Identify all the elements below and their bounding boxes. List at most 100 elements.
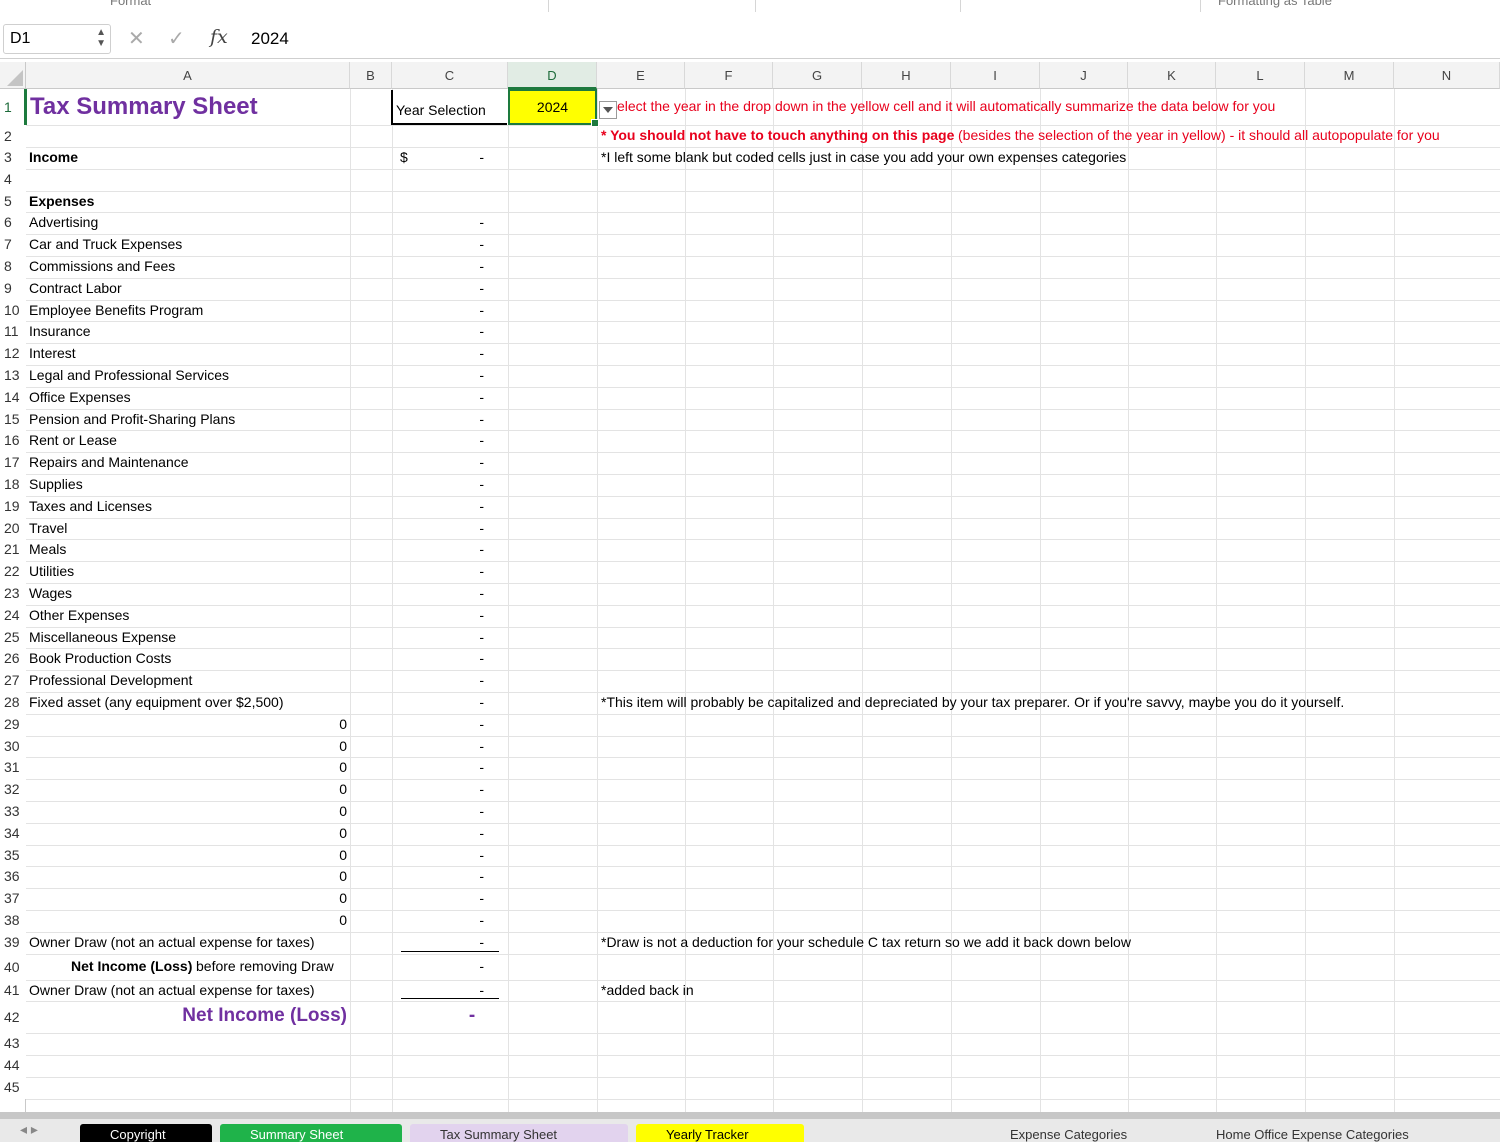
expense-value[interactable]: -	[392, 583, 484, 603]
expense-label[interactable]: Advertising	[29, 212, 98, 232]
select-all-corner[interactable]	[0, 62, 26, 89]
check-icon[interactable]: ✓	[168, 26, 185, 51]
column-header-c[interactable]: C	[392, 62, 508, 89]
row-header-3[interactable]: 3	[0, 147, 26, 169]
expense-value[interactable]: -	[392, 452, 484, 472]
row-header-28[interactable]: 28	[0, 692, 26, 714]
column-header-l[interactable]: L	[1216, 62, 1305, 89]
net-income-value[interactable]: -	[392, 1006, 552, 1026]
expense-value[interactable]: -	[392, 365, 484, 385]
expense-label[interactable]: Miscellaneous Expense	[29, 627, 176, 647]
owner-draw-value[interactable]: -	[392, 932, 484, 952]
blank-coded-cell[interactable]: 0	[26, 801, 347, 821]
expense-value[interactable]: -	[392, 343, 484, 363]
row-header-14[interactable]: 14	[0, 386, 26, 409]
name-box[interactable]: D1 ▲ ▼	[3, 24, 111, 54]
sheet-tab-tax-summary-sheet[interactable]: Tax Summary Sheet	[410, 1124, 628, 1142]
net-before-draw-label-rest[interactable]: before removing Draw	[196, 956, 334, 976]
column-header-a[interactable]: A	[26, 62, 350, 89]
note-no-touch-bold[interactable]: * You should not have to touch anything …	[601, 125, 954, 145]
blank-coded-cell[interactable]: 0	[26, 714, 347, 734]
row-header-38[interactable]: 38	[0, 910, 26, 932]
expense-value[interactable]: -	[392, 278, 484, 298]
expense-value[interactable]: -	[392, 300, 484, 320]
blank-coded-cell[interactable]: 0	[26, 757, 347, 777]
row-header-6[interactable]: 6	[0, 212, 26, 235]
note-added-back[interactable]: *added back in	[601, 980, 694, 1000]
expense-label[interactable]: Fixed asset (any equipment over $2,500)	[29, 692, 283, 712]
expense-value[interactable]: -	[392, 234, 484, 254]
blank-coded-value[interactable]: -	[392, 736, 484, 756]
expense-label[interactable]: Professional Development	[29, 670, 192, 690]
blank-coded-value[interactable]: -	[392, 823, 484, 843]
expense-value[interactable]: -	[392, 496, 484, 516]
column-header-m[interactable]: M	[1305, 62, 1394, 89]
income-label[interactable]: Income	[29, 147, 78, 167]
blank-coded-cell[interactable]: 0	[26, 779, 347, 799]
expense-value[interactable]: -	[392, 539, 484, 559]
row-header-8[interactable]: 8	[0, 256, 26, 278]
row-header-30[interactable]: 30	[0, 735, 26, 758]
expense-label[interactable]: Meals	[29, 539, 66, 559]
expense-label[interactable]: Travel	[29, 518, 67, 538]
row-header-5[interactable]: 5	[0, 190, 26, 213]
expense-value[interactable]: -	[392, 670, 484, 690]
column-header-n[interactable]: N	[1394, 62, 1500, 89]
column-header-f[interactable]: F	[685, 62, 773, 89]
year-select-cell[interactable]: 2024	[508, 89, 599, 127]
column-header-h[interactable]: H	[862, 62, 951, 89]
sheet-title[interactable]: Tax Summary Sheet	[30, 92, 258, 122]
expense-value[interactable]: -	[392, 474, 484, 494]
expense-label[interactable]: Commissions and Fees	[29, 256, 175, 276]
expense-label[interactable]: Taxes and Licenses	[29, 496, 152, 516]
row-header-1[interactable]: 1	[0, 89, 26, 125]
expense-value[interactable]: -	[392, 648, 484, 668]
expense-label[interactable]: Contract Labor	[29, 278, 122, 298]
note-no-touch-rest[interactable]: (besides the selection of the year in ye…	[958, 125, 1440, 145]
expense-label[interactable]: Repairs and Maintenance	[29, 452, 189, 472]
column-header-j[interactable]: J	[1040, 62, 1128, 89]
blank-coded-value[interactable]: -	[392, 866, 484, 886]
row-header-16[interactable]: 16	[0, 430, 26, 453]
expense-label[interactable]: Interest	[29, 343, 76, 363]
column-header-k[interactable]: K	[1128, 62, 1216, 89]
expense-label[interactable]: Wages	[29, 583, 72, 603]
blank-coded-cell[interactable]: 0	[26, 736, 347, 756]
blank-coded-value[interactable]: -	[392, 845, 484, 865]
row-header-18[interactable]: 18	[0, 474, 26, 496]
expense-value[interactable]: -	[392, 321, 484, 341]
row-header-45[interactable]: 45	[0, 1077, 26, 1099]
blank-coded-value[interactable]: -	[392, 757, 484, 777]
row-header-23[interactable]: 23	[0, 583, 26, 605]
row-header-9[interactable]: 9	[0, 277, 26, 300]
expense-label[interactable]: Pension and Profit-Sharing Plans	[29, 409, 235, 429]
income-value[interactable]: -	[392, 147, 484, 167]
expense-label[interactable]: Office Expenses	[29, 387, 131, 407]
column-header-d[interactable]: D	[508, 62, 597, 89]
owner-draw-label-2[interactable]: Owner Draw (not an actual expense for ta…	[29, 980, 315, 1000]
net-before-draw-label-bold[interactable]: Net Income (Loss)	[71, 956, 192, 976]
row-header-11[interactable]: 11	[0, 321, 26, 344]
expense-label[interactable]: Insurance	[29, 321, 90, 341]
blank-coded-cell[interactable]: 0	[26, 845, 347, 865]
row-header-22[interactable]: 22	[0, 561, 26, 583]
row-header-32[interactable]: 32	[0, 779, 26, 801]
row-header-17[interactable]: 17	[0, 452, 26, 474]
column-header-e[interactable]: E	[597, 62, 685, 89]
expense-label[interactable]: Rent or Lease	[29, 430, 117, 450]
owner-draw-value-2[interactable]: -	[392, 980, 484, 1000]
expense-value[interactable]: -	[392, 430, 484, 450]
row-header-19[interactable]: 19	[0, 495, 26, 518]
owner-draw-label[interactable]: Owner Draw (not an actual expense for ta…	[29, 932, 315, 952]
row-header-36[interactable]: 36	[0, 866, 26, 889]
blank-coded-cell[interactable]: 0	[26, 888, 347, 908]
expense-value[interactable]: -	[392, 561, 484, 581]
formula-input[interactable]: 2024	[251, 29, 289, 49]
blank-coded-value[interactable]: -	[392, 779, 484, 799]
note-fixed-asset[interactable]: *This item will probably be capitalized …	[601, 692, 1344, 712]
expense-value[interactable]: -	[392, 605, 484, 625]
sheet-tab-expense-categories[interactable]: Expense Categories	[980, 1124, 1180, 1142]
row-header-44[interactable]: 44	[0, 1055, 26, 1077]
note-blank-coded-cells[interactable]: *I left some blank but coded cells just …	[601, 147, 1126, 167]
sheet-tab-copyright[interactable]: Copyright	[80, 1124, 212, 1142]
